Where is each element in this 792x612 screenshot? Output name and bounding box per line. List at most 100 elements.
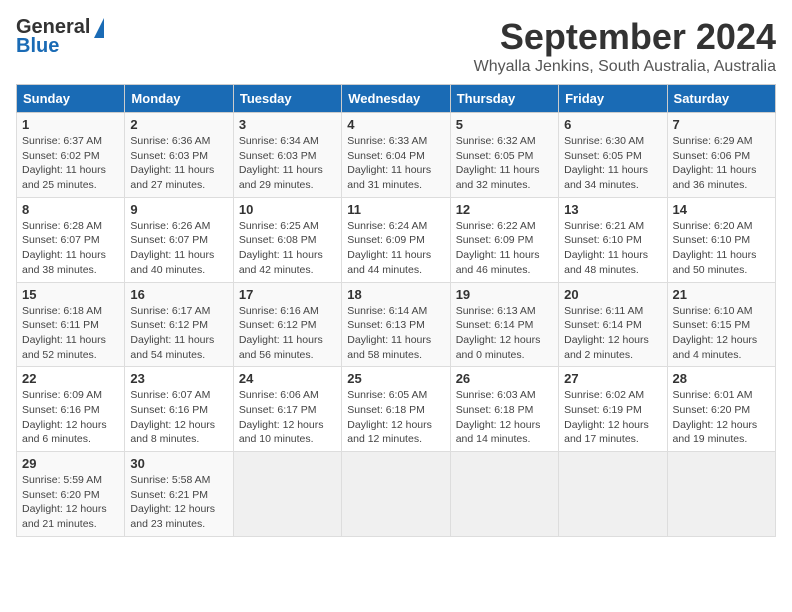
day-detail: Sunrise: 6:29 AMSunset: 6:06 PMDaylight:… <box>673 134 770 193</box>
day-number: 25 <box>347 371 444 386</box>
calendar-week-row: 29 Sunrise: 5:59 AMSunset: 6:20 PMDaylig… <box>17 452 776 537</box>
day-detail: Sunrise: 6:34 AMSunset: 6:03 PMDaylight:… <box>239 134 336 193</box>
day-number: 21 <box>673 287 770 302</box>
calendar-week-row: 15 Sunrise: 6:18 AMSunset: 6:11 PMDaylig… <box>17 282 776 367</box>
table-row <box>667 452 775 537</box>
day-detail: Sunrise: 6:13 AMSunset: 6:14 PMDaylight:… <box>456 304 553 363</box>
day-detail: Sunrise: 6:14 AMSunset: 6:13 PMDaylight:… <box>347 304 444 363</box>
table-row: 10 Sunrise: 6:25 AMSunset: 6:08 PMDaylig… <box>233 197 341 282</box>
header: General Blue September 2024 Whyalla Jenk… <box>16 16 776 76</box>
day-number: 17 <box>239 287 336 302</box>
day-number: 28 <box>673 371 770 386</box>
table-row: 12 Sunrise: 6:22 AMSunset: 6:09 PMDaylig… <box>450 197 558 282</box>
day-detail: Sunrise: 6:25 AMSunset: 6:08 PMDaylight:… <box>239 219 336 278</box>
table-row: 20 Sunrise: 6:11 AMSunset: 6:14 PMDaylig… <box>559 282 667 367</box>
day-detail: Sunrise: 6:10 AMSunset: 6:15 PMDaylight:… <box>673 304 770 363</box>
day-detail: Sunrise: 6:22 AMSunset: 6:09 PMDaylight:… <box>456 219 553 278</box>
table-row: 27 Sunrise: 6:02 AMSunset: 6:19 PMDaylig… <box>559 367 667 452</box>
day-number: 1 <box>22 117 119 132</box>
table-row <box>450 452 558 537</box>
logo: General Blue <box>16 16 104 58</box>
title-area: September 2024 Whyalla Jenkins, South Au… <box>474 16 776 76</box>
day-detail: Sunrise: 6:28 AMSunset: 6:07 PMDaylight:… <box>22 219 119 278</box>
day-detail: Sunrise: 6:06 AMSunset: 6:17 PMDaylight:… <box>239 388 336 447</box>
header-saturday: Saturday <box>667 85 775 113</box>
day-number: 11 <box>347 202 444 217</box>
logo-triangle-icon <box>94 18 104 38</box>
day-detail: Sunrise: 6:09 AMSunset: 6:16 PMDaylight:… <box>22 388 119 447</box>
day-detail: Sunrise: 6:16 AMSunset: 6:12 PMDaylight:… <box>239 304 336 363</box>
table-row: 28 Sunrise: 6:01 AMSunset: 6:20 PMDaylig… <box>667 367 775 452</box>
day-detail: Sunrise: 6:11 AMSunset: 6:14 PMDaylight:… <box>564 304 661 363</box>
table-row: 21 Sunrise: 6:10 AMSunset: 6:15 PMDaylig… <box>667 282 775 367</box>
table-row: 11 Sunrise: 6:24 AMSunset: 6:09 PMDaylig… <box>342 197 450 282</box>
calendar-table: Sunday Monday Tuesday Wednesday Thursday… <box>16 84 776 537</box>
table-row: 2 Sunrise: 6:36 AMSunset: 6:03 PMDayligh… <box>125 113 233 198</box>
day-detail: Sunrise: 6:02 AMSunset: 6:19 PMDaylight:… <box>564 388 661 447</box>
header-wednesday: Wednesday <box>342 85 450 113</box>
header-friday: Friday <box>559 85 667 113</box>
table-row: 3 Sunrise: 6:34 AMSunset: 6:03 PMDayligh… <box>233 113 341 198</box>
weekday-header-row: Sunday Monday Tuesday Wednesday Thursday… <box>17 85 776 113</box>
day-detail: Sunrise: 6:20 AMSunset: 6:10 PMDaylight:… <box>673 219 770 278</box>
calendar-week-row: 8 Sunrise: 6:28 AMSunset: 6:07 PMDayligh… <box>17 197 776 282</box>
table-row: 13 Sunrise: 6:21 AMSunset: 6:10 PMDaylig… <box>559 197 667 282</box>
day-detail: Sunrise: 6:07 AMSunset: 6:16 PMDaylight:… <box>130 388 227 447</box>
header-monday: Monday <box>125 85 233 113</box>
day-detail: Sunrise: 6:26 AMSunset: 6:07 PMDaylight:… <box>130 219 227 278</box>
day-number: 10 <box>239 202 336 217</box>
day-number: 9 <box>130 202 227 217</box>
table-row: 4 Sunrise: 6:33 AMSunset: 6:04 PMDayligh… <box>342 113 450 198</box>
day-number: 7 <box>673 117 770 132</box>
day-number: 24 <box>239 371 336 386</box>
table-row: 18 Sunrise: 6:14 AMSunset: 6:13 PMDaylig… <box>342 282 450 367</box>
day-detail: Sunrise: 6:32 AMSunset: 6:05 PMDaylight:… <box>456 134 553 193</box>
day-number: 16 <box>130 287 227 302</box>
day-number: 30 <box>130 456 227 471</box>
day-number: 5 <box>456 117 553 132</box>
table-row: 30 Sunrise: 5:58 AMSunset: 6:21 PMDaylig… <box>125 452 233 537</box>
table-row: 24 Sunrise: 6:06 AMSunset: 6:17 PMDaylig… <box>233 367 341 452</box>
day-number: 22 <box>22 371 119 386</box>
table-row: 26 Sunrise: 6:03 AMSunset: 6:18 PMDaylig… <box>450 367 558 452</box>
day-detail: Sunrise: 6:24 AMSunset: 6:09 PMDaylight:… <box>347 219 444 278</box>
day-number: 6 <box>564 117 661 132</box>
day-number: 23 <box>130 371 227 386</box>
day-detail: Sunrise: 6:21 AMSunset: 6:10 PMDaylight:… <box>564 219 661 278</box>
day-number: 14 <box>673 202 770 217</box>
table-row: 5 Sunrise: 6:32 AMSunset: 6:05 PMDayligh… <box>450 113 558 198</box>
table-row: 25 Sunrise: 6:05 AMSunset: 6:18 PMDaylig… <box>342 367 450 452</box>
day-number: 18 <box>347 287 444 302</box>
table-row: 15 Sunrise: 6:18 AMSunset: 6:11 PMDaylig… <box>17 282 125 367</box>
table-row: 14 Sunrise: 6:20 AMSunset: 6:10 PMDaylig… <box>667 197 775 282</box>
month-title: September 2024 <box>474 16 776 58</box>
day-detail: Sunrise: 6:17 AMSunset: 6:12 PMDaylight:… <box>130 304 227 363</box>
day-number: 2 <box>130 117 227 132</box>
table-row <box>559 452 667 537</box>
day-number: 3 <box>239 117 336 132</box>
table-row: 23 Sunrise: 6:07 AMSunset: 6:16 PMDaylig… <box>125 367 233 452</box>
table-row: 9 Sunrise: 6:26 AMSunset: 6:07 PMDayligh… <box>125 197 233 282</box>
day-detail: Sunrise: 6:33 AMSunset: 6:04 PMDaylight:… <box>347 134 444 193</box>
table-row: 17 Sunrise: 6:16 AMSunset: 6:12 PMDaylig… <box>233 282 341 367</box>
calendar-week-row: 1 Sunrise: 6:37 AMSunset: 6:02 PMDayligh… <box>17 113 776 198</box>
day-detail: Sunrise: 6:03 AMSunset: 6:18 PMDaylight:… <box>456 388 553 447</box>
header-sunday: Sunday <box>17 85 125 113</box>
day-number: 13 <box>564 202 661 217</box>
day-number: 20 <box>564 287 661 302</box>
day-number: 26 <box>456 371 553 386</box>
table-row <box>342 452 450 537</box>
day-detail: Sunrise: 6:37 AMSunset: 6:02 PMDaylight:… <box>22 134 119 193</box>
day-number: 19 <box>456 287 553 302</box>
table-row: 7 Sunrise: 6:29 AMSunset: 6:06 PMDayligh… <box>667 113 775 198</box>
header-thursday: Thursday <box>450 85 558 113</box>
day-number: 4 <box>347 117 444 132</box>
table-row: 16 Sunrise: 6:17 AMSunset: 6:12 PMDaylig… <box>125 282 233 367</box>
day-number: 27 <box>564 371 661 386</box>
day-number: 15 <box>22 287 119 302</box>
table-row: 1 Sunrise: 6:37 AMSunset: 6:02 PMDayligh… <box>17 113 125 198</box>
day-detail: Sunrise: 6:36 AMSunset: 6:03 PMDaylight:… <box>130 134 227 193</box>
day-number: 12 <box>456 202 553 217</box>
day-detail: Sunrise: 6:01 AMSunset: 6:20 PMDaylight:… <box>673 388 770 447</box>
table-row: 6 Sunrise: 6:30 AMSunset: 6:05 PMDayligh… <box>559 113 667 198</box>
